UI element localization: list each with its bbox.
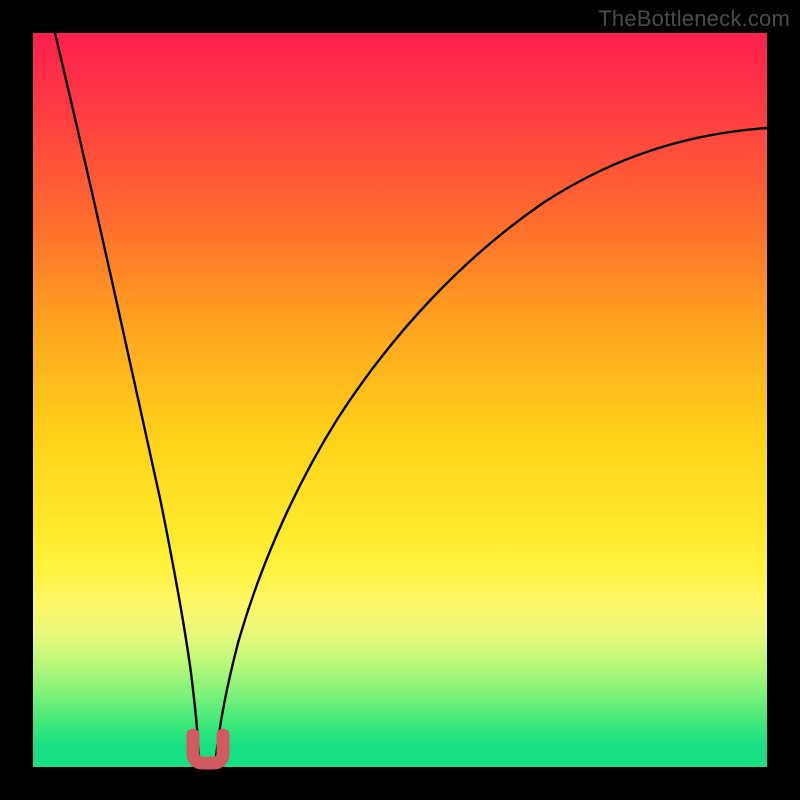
chart-minimum-marker	[193, 735, 223, 763]
chart-plot-area	[33, 33, 767, 767]
chart-curves	[33, 33, 767, 767]
curve-left-branch	[55, 33, 199, 757]
chart-frame: TheBottleneck.com	[0, 0, 800, 800]
watermark-text: TheBottleneck.com	[598, 6, 790, 32]
curve-right-branch	[216, 128, 767, 757]
